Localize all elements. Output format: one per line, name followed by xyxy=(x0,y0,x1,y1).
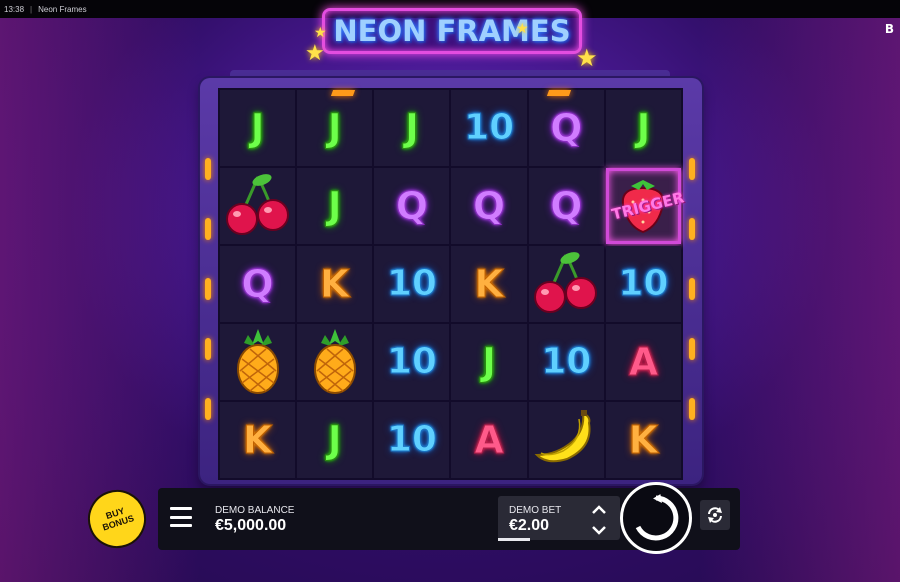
symbol-10: 10 xyxy=(618,263,669,304)
frame-lamp xyxy=(205,398,211,420)
reel-cell: J xyxy=(297,168,373,244)
reel-cell: J xyxy=(374,90,450,166)
reel-cell: TRIGGER xyxy=(605,168,686,244)
symbol-q: Q xyxy=(472,184,506,228)
symbol-j: J xyxy=(327,418,342,462)
reel-cell: J xyxy=(297,90,373,166)
corner-badge: B xyxy=(884,22,894,36)
frame-lamp xyxy=(689,338,695,360)
balance-value: €5,000.00 xyxy=(215,517,287,534)
buy-bonus-label: BUY BONUS xyxy=(101,505,136,533)
reel-cell: J xyxy=(297,402,373,478)
logo-text: NEON FRAMES xyxy=(333,14,571,48)
separator: | xyxy=(30,4,33,14)
symbol-10: 10 xyxy=(386,419,437,460)
symbol-j: J xyxy=(404,106,419,150)
spin-icon xyxy=(635,494,679,541)
frame-lamp xyxy=(689,158,695,180)
symbol-10: 10 xyxy=(386,263,437,304)
reel-cell: K xyxy=(605,402,681,478)
frame-lamp xyxy=(546,90,572,96)
frame-lamp xyxy=(689,218,695,240)
star-icon: ★ xyxy=(314,24,327,40)
symbol-k: K xyxy=(474,262,504,306)
bet-indicator xyxy=(498,538,530,541)
pineapple-icon xyxy=(230,325,286,400)
bet-increase-icon[interactable] xyxy=(590,503,608,517)
reel-cell: Q xyxy=(528,90,604,166)
reel-cell xyxy=(528,402,604,478)
reel-cell: J xyxy=(220,90,296,166)
frame-lamp xyxy=(689,278,695,300)
reel-cell: 10 xyxy=(374,324,450,400)
reel-cell: A xyxy=(451,402,527,478)
cherry-icon xyxy=(530,249,602,320)
reel-cell: 10 xyxy=(528,324,604,400)
frame-lamp xyxy=(205,338,211,360)
symbol-j: J xyxy=(327,184,342,228)
symbol-q: Q xyxy=(550,184,583,228)
autoplay-button[interactable] xyxy=(700,500,730,530)
frame-lamp xyxy=(205,278,211,300)
symbol-k: K xyxy=(320,262,350,306)
reel-cell: Q xyxy=(220,246,296,322)
star-icon: ★ xyxy=(576,45,598,72)
reel-cell: 10 xyxy=(605,246,681,322)
symbol-j: J xyxy=(250,106,265,150)
reel-cell: 10 xyxy=(374,246,450,322)
reel-grid: J J J 10 Q J J Q Q Q TRIGGER Q K 10 K 10 10 J 10 A K J 10 A K xyxy=(218,88,686,480)
reel-cell: Q xyxy=(528,168,604,244)
star-icon: ★ xyxy=(305,40,325,65)
symbol-10: 10 xyxy=(541,341,592,382)
reel-cell xyxy=(220,324,296,400)
symbol-q: Q xyxy=(550,106,583,150)
symbol-k: K xyxy=(242,418,273,462)
reel-cell: 10 xyxy=(451,90,527,166)
frame-lamp xyxy=(205,218,211,240)
reel-cell: 10 xyxy=(374,402,450,478)
balance-label: DEMO BALANCE xyxy=(215,505,295,516)
bet-decrease-icon[interactable] xyxy=(590,523,608,537)
symbol-q: Q xyxy=(241,262,274,306)
cherry-icon xyxy=(222,171,294,242)
symbol-j: J xyxy=(481,340,497,384)
reel-cell xyxy=(220,168,296,244)
menu-icon[interactable] xyxy=(170,507,192,527)
app-title: Neon Frames xyxy=(38,4,87,14)
reel-cell: A xyxy=(605,324,681,400)
symbol-k: K xyxy=(628,418,659,462)
symbol-j: J xyxy=(636,106,651,150)
bet-value: €2.00 xyxy=(509,517,550,534)
reel-cell xyxy=(528,246,604,322)
symbol-q: Q xyxy=(395,184,429,228)
spin-button[interactable] xyxy=(620,482,692,554)
pineapple-icon xyxy=(307,325,363,400)
symbol-10: 10 xyxy=(464,107,515,148)
banana-icon xyxy=(533,409,599,472)
frame-lamp xyxy=(689,398,695,420)
autoplay-icon xyxy=(708,507,722,523)
symbol-a: A xyxy=(474,418,504,462)
reel-cell: K xyxy=(451,246,527,322)
reel-cell: J xyxy=(451,324,527,400)
frame-lamp xyxy=(205,158,211,180)
symbol-10: 10 xyxy=(386,341,437,382)
bet-label: DEMO BET xyxy=(509,505,562,516)
clock: 13:38 xyxy=(4,4,25,14)
reel-cell: J xyxy=(605,90,681,166)
game-logo: NEON FRAMES xyxy=(322,8,582,54)
star-icon: ★ xyxy=(516,20,529,36)
reel-cell: K xyxy=(297,246,373,322)
reel-cell: K xyxy=(220,402,296,478)
symbol-j: J xyxy=(327,106,342,150)
reel-cell: Q xyxy=(451,168,527,244)
reel-cell: Q xyxy=(374,168,450,244)
symbol-a: A xyxy=(628,340,659,384)
reel-cell xyxy=(297,324,373,400)
frame-lamp xyxy=(330,90,356,96)
